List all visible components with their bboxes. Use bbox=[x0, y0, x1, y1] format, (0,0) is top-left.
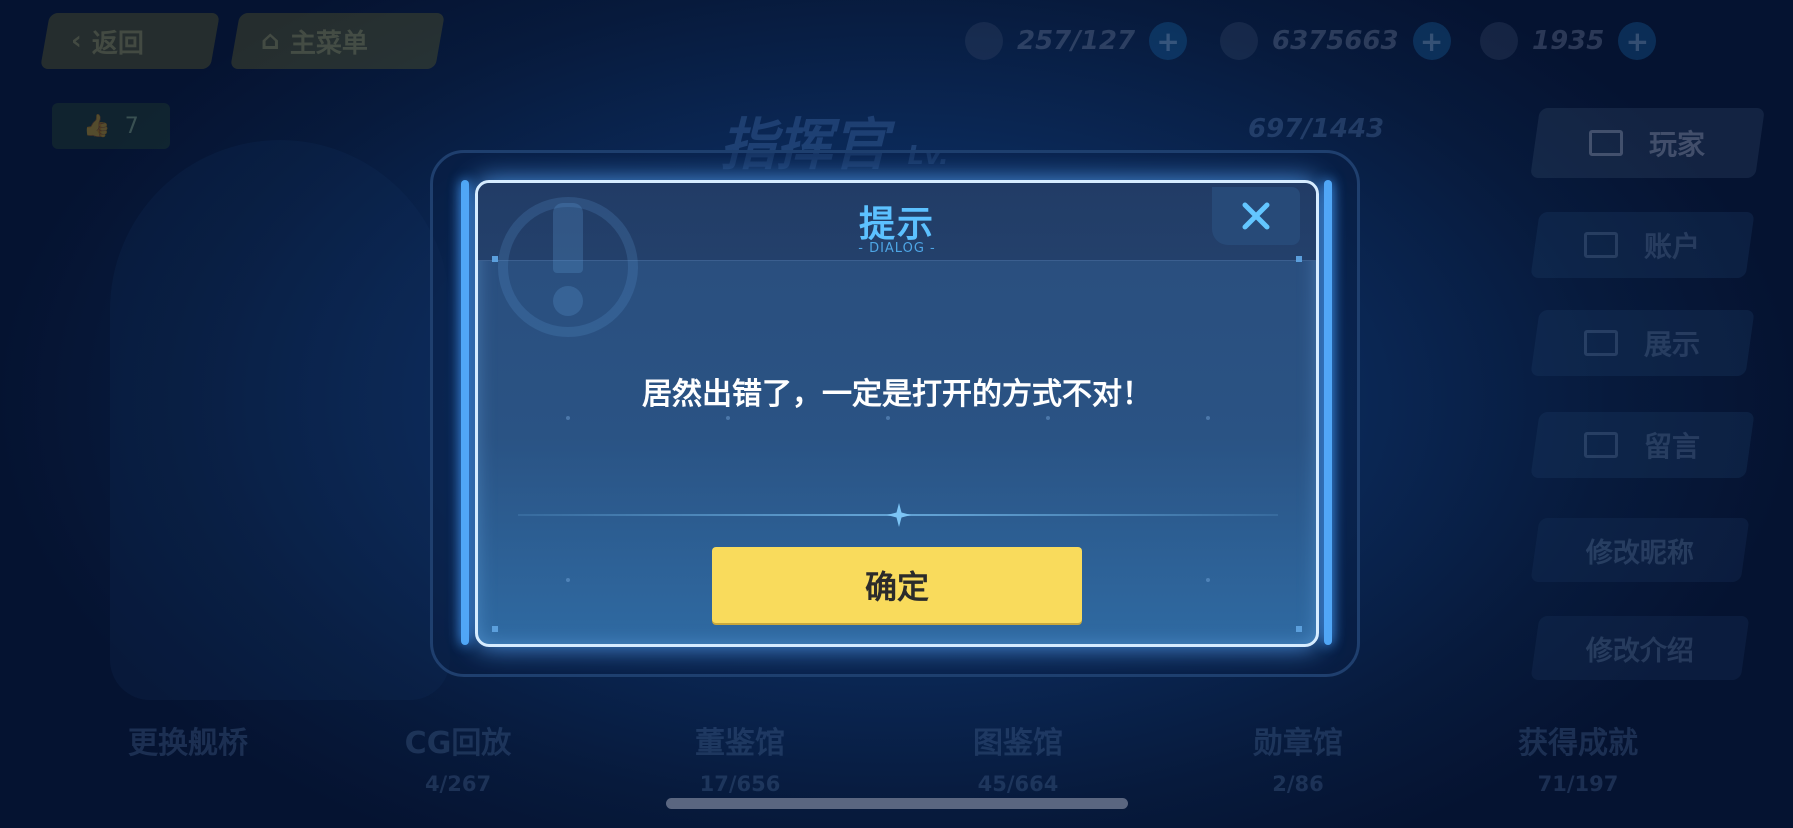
exp-counter: 697/1443 bbox=[1248, 114, 1385, 144]
add-coins-button[interactable]: + bbox=[1412, 22, 1451, 60]
grid-dot bbox=[726, 416, 730, 420]
close-button[interactable] bbox=[1212, 187, 1300, 245]
side-tab-label: 留言 bbox=[1644, 430, 1701, 463]
grid-dot bbox=[566, 578, 570, 582]
message-icon bbox=[1584, 432, 1619, 458]
stat-cg-replay[interactable]: CG回放 4/267 bbox=[358, 718, 558, 796]
error-dialog: 提示 - DIALOG - 居然出错了，一定是打开的方式不对！ 确定 bbox=[475, 180, 1319, 647]
main-menu-label: 主菜单 bbox=[289, 28, 368, 59]
add-gems-button[interactable]: + bbox=[1618, 22, 1657, 60]
stamina-value: 257/127 bbox=[1017, 26, 1136, 56]
side-tab-display[interactable]: 展示 bbox=[1530, 310, 1755, 376]
like-count: 7 bbox=[124, 113, 139, 139]
edit-nickname-button[interactable]: 修改昵称 bbox=[1530, 518, 1750, 582]
corner-marker bbox=[492, 626, 498, 632]
account-icon bbox=[1584, 232, 1619, 258]
add-stamina-button[interactable]: + bbox=[1149, 22, 1188, 60]
side-tab-label: 展示 bbox=[1644, 328, 1701, 361]
dialog-rail-right bbox=[1324, 180, 1332, 645]
side-tab-message[interactable]: 留言 bbox=[1530, 412, 1755, 478]
game-screen: ‹ 返回 ⌂ 主菜单 257/127 + 6375663 + 1935 + 👍 … bbox=[0, 0, 1793, 828]
home-indicator[interactable] bbox=[666, 798, 1128, 809]
home-icon: ⌂ bbox=[261, 26, 280, 56]
stat-illustrations[interactable]: 图鉴馆 45/664 bbox=[918, 718, 1118, 796]
side-tab-player[interactable]: 玩家 bbox=[1530, 108, 1765, 178]
back-button[interactable]: ‹ 返回 bbox=[40, 13, 220, 69]
stat-collection[interactable]: 董鉴馆 17/656 bbox=[640, 718, 840, 796]
stat-medals[interactable]: 勋章馆 2/86 bbox=[1198, 718, 1398, 796]
grid-dot bbox=[1046, 416, 1050, 420]
coin-value: 6375663 bbox=[1272, 26, 1399, 56]
gem-counter: 1935 + bbox=[1480, 22, 1657, 60]
main-menu-button[interactable]: ⌂ 主菜单 bbox=[230, 13, 445, 69]
display-icon bbox=[1584, 330, 1619, 356]
edit-intro-button[interactable]: 修改介绍 bbox=[1530, 616, 1750, 680]
dialog-rail-left bbox=[461, 180, 469, 645]
side-tab-label: 玩家 bbox=[1649, 128, 1706, 161]
side-tab-label: 账户 bbox=[1644, 230, 1701, 263]
like-badge[interactable]: 👍 7 bbox=[52, 103, 170, 149]
dialog-subtitle: - DIALOG - bbox=[858, 241, 936, 256]
confirm-button[interactable]: 确定 bbox=[712, 547, 1082, 623]
thumbs-up-icon: 👍 bbox=[83, 113, 111, 139]
grid-dot bbox=[1206, 416, 1210, 420]
grid-dot bbox=[1206, 578, 1210, 582]
corner-marker bbox=[1296, 256, 1302, 262]
corner-marker bbox=[492, 256, 498, 262]
close-icon bbox=[1242, 202, 1270, 230]
side-tab-account[interactable]: 账户 bbox=[1530, 212, 1755, 278]
corner-marker bbox=[1296, 626, 1302, 632]
stat-change-bridge[interactable]: 更换舰桥 bbox=[88, 718, 288, 772]
grid-dot bbox=[566, 416, 570, 420]
character-portrait bbox=[110, 140, 450, 700]
id-card-icon bbox=[1589, 130, 1624, 156]
coin-icon bbox=[1220, 22, 1258, 60]
gem-value: 1935 bbox=[1532, 26, 1605, 56]
back-button-label: 返回 bbox=[91, 28, 144, 59]
sparkle-icon bbox=[887, 503, 911, 527]
dialog-message: 居然出错了，一定是打开的方式不对！ bbox=[642, 377, 1152, 412]
stat-achievements[interactable]: 获得成就 71/197 bbox=[1478, 718, 1678, 796]
gem-icon bbox=[1480, 22, 1518, 60]
stamina-counter: 257/127 + bbox=[965, 22, 1188, 60]
dialog-title: 提示 bbox=[858, 204, 935, 245]
coin-counter: 6375663 + bbox=[1220, 22, 1451, 60]
grid-dot bbox=[886, 416, 890, 420]
chevron-left-icon: ‹ bbox=[71, 26, 82, 56]
stamina-icon bbox=[965, 22, 1003, 60]
